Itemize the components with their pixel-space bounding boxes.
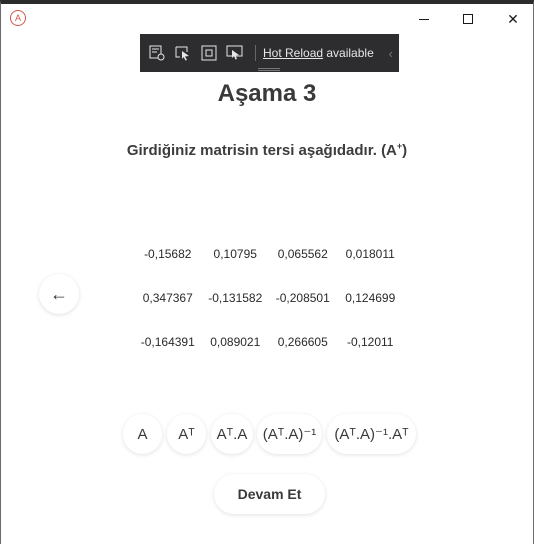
- matrix-row: -0,15682 0,10795 0,065562 0,018011: [134, 232, 404, 276]
- toolbar-grip[interactable]: [258, 68, 280, 71]
- show-at-a-inverse-button[interactable]: (Aᵀ.A)⁻¹: [257, 414, 322, 454]
- track-focused-element-button[interactable]: [223, 42, 247, 64]
- back-button[interactable]: ←: [39, 274, 79, 314]
- matrix-cell: -0,15682: [144, 247, 192, 261]
- back-arrow-icon: ←: [50, 283, 68, 304]
- show-pseudo-inverse-button[interactable]: (Aᵀ.A)⁻¹.Aᵀ: [327, 414, 416, 454]
- maximize-icon: [463, 14, 473, 24]
- close-icon: ✕: [507, 10, 519, 27]
- matrix-row: -0,164391 0,089021 0,266605 -0,12011: [134, 320, 404, 364]
- visual-tree-icon: [149, 45, 165, 61]
- matrix-cell: -0,164391: [140, 335, 195, 349]
- close-button[interactable]: ✕: [498, 8, 528, 30]
- operation-buttons: A Aᵀ Aᵀ.A (Aᵀ.A)⁻¹ (Aᵀ.A)⁻¹.Aᵀ: [1, 414, 534, 454]
- xaml-dev-toolbar: Hot Reload available ‹: [140, 34, 399, 72]
- hot-reload-available-label: available: [323, 46, 374, 60]
- matrix-cell: 0,347367: [142, 291, 193, 305]
- app-window: A ✕ Hot Reload available ‹ Aşama 3 Girdi…: [0, 0, 534, 544]
- subtitle-text: Girdiğiniz matrisin tersi aşağıdadır. (A: [126, 142, 397, 159]
- toolbar-separator: [255, 45, 256, 61]
- matrix-cell: -0,12011: [347, 335, 394, 349]
- page-subtitle: Girdiğiniz matrisin tersi aşağıdadır. (A…: [1, 141, 533, 159]
- hot-reload-status: Hot Reload available: [263, 46, 374, 60]
- subtitle-close: ): [402, 142, 408, 159]
- matrix-cell: 0,065562: [277, 247, 328, 261]
- matrix-cell: -0,131582: [208, 291, 263, 305]
- app-logo-icon: A: [10, 10, 26, 26]
- inverse-matrix: -0,15682 0,10795 0,065562 0,018011 0,347…: [134, 232, 404, 364]
- matrix-row: 0,347367 -0,131582 -0,208501 0,124699: [134, 276, 404, 320]
- continue-button[interactable]: Devam Et: [214, 474, 325, 514]
- matrix-cell: -0,208501: [275, 291, 330, 305]
- maximize-button[interactable]: [453, 8, 483, 30]
- matrix-cell: 0,266605: [277, 335, 328, 349]
- track-focus-icon: [226, 45, 243, 60]
- display-layout-adorners-button[interactable]: [197, 42, 221, 64]
- show-a-button[interactable]: A: [123, 414, 162, 454]
- select-element-icon: [175, 46, 189, 61]
- minimize-icon: [419, 18, 429, 20]
- show-transpose-button[interactable]: Aᵀ: [167, 414, 206, 454]
- matrix-cell: 0,089021: [210, 335, 261, 349]
- show-at-a-button[interactable]: Aᵀ.A: [211, 414, 253, 454]
- matrix-cell: 0,124699: [345, 291, 396, 305]
- title-bar: A ✕: [1, 4, 533, 32]
- collapse-toolbar-icon[interactable]: ‹: [389, 46, 393, 61]
- hot-reload-link[interactable]: Hot Reload: [263, 46, 323, 60]
- matrix-cell: 0,10795: [213, 247, 257, 261]
- matrix-cell: 0,018011: [345, 247, 395, 261]
- page-title: Aşama 3: [217, 80, 317, 107]
- layout-adorner-icon: [201, 45, 217, 61]
- select-element-button[interactable]: [171, 42, 195, 64]
- minimize-button[interactable]: [409, 8, 439, 30]
- live-visual-tree-button[interactable]: [145, 42, 169, 64]
